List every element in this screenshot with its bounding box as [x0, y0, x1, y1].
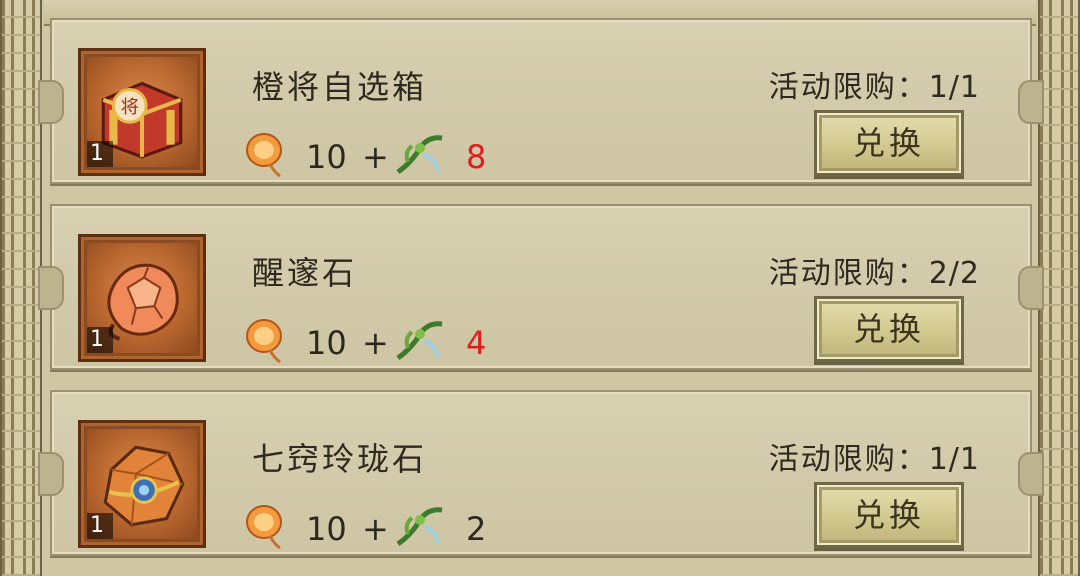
cost-plus: +	[362, 138, 389, 176]
cost-plus: +	[362, 510, 389, 548]
item-cost: 10 + 2	[244, 502, 544, 552]
left-meander-border	[0, 0, 42, 576]
limit-label: 活动限购：	[768, 256, 929, 291]
item-slot[interactable]: 将 1	[78, 48, 206, 176]
lantern-icon	[246, 505, 282, 550]
cost-extra: 8	[466, 138, 487, 176]
limit-value: 1/1	[928, 70, 980, 105]
item-quantity: 1	[87, 141, 113, 167]
purchase-limit: 活动限购：1/1	[769, 434, 980, 478]
purchase-limit: 活动限购：2/2	[769, 248, 980, 292]
exchange-button[interactable]: 兑换	[814, 482, 964, 548]
purchase-limit: 活动限购：1/1	[769, 62, 980, 106]
exchange-button[interactable]: 兑换	[814, 296, 964, 362]
herb-icon	[396, 321, 443, 361]
cost-base: 10	[306, 138, 347, 176]
right-meander-border	[1038, 0, 1080, 576]
lantern-icon	[246, 133, 282, 178]
cost-extra: 4	[466, 324, 487, 362]
shop-item-card: 将 1 橙将自选箱 10 + 8 活动限购：1/1 兑换	[38, 18, 1044, 184]
item-quantity: 1	[87, 327, 113, 353]
item-name: 橙将自选箱	[252, 68, 428, 106]
item-slot[interactable]: 1	[78, 234, 206, 362]
limit-label: 活动限购：	[768, 70, 929, 105]
cost-extra: 2	[466, 510, 487, 548]
cost-plus: +	[362, 324, 389, 362]
limit-label: 活动限购：	[768, 442, 929, 477]
cost-base: 10	[306, 324, 347, 362]
item-slot[interactable]: 1	[78, 420, 206, 548]
svg-text:将: 将	[121, 97, 139, 118]
herb-icon	[396, 507, 443, 547]
item-quantity: 1	[87, 513, 113, 539]
item-name: 七窍玲珑石	[252, 440, 428, 478]
shop-item-card: 1 醒邃石 10 + 4 活动限购：2/2 兑换	[38, 204, 1044, 370]
item-cost: 10 + 8	[244, 130, 544, 180]
limit-value: 1/1	[928, 442, 980, 477]
item-name: 醒邃石	[252, 254, 358, 292]
cost-base: 10	[306, 510, 347, 548]
item-cost: 10 + 4	[244, 316, 544, 366]
shop-item-card: 1 七窍玲珑石 10 + 2 活动限购：1/1 兑换	[38, 390, 1044, 556]
herb-icon	[396, 135, 443, 175]
lantern-icon	[246, 319, 282, 364]
limit-value: 2/2	[928, 256, 980, 291]
exchange-button[interactable]: 兑换	[814, 110, 964, 176]
